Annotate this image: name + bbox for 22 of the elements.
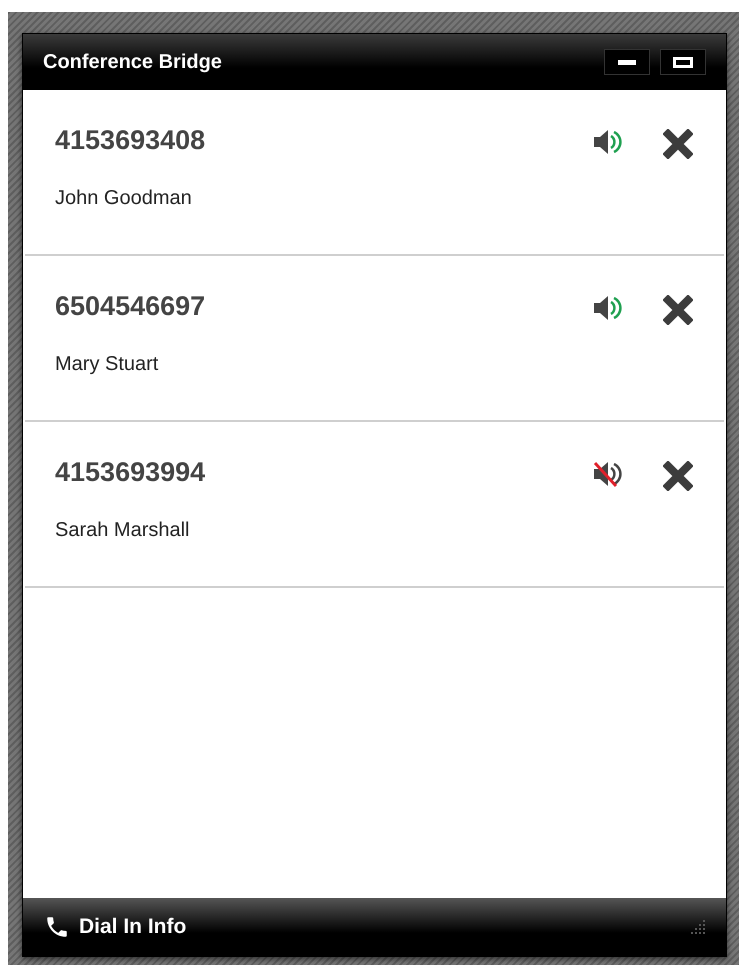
maximize-button[interactable] [660,49,706,75]
muted-speaker-icon[interactable] [592,460,624,488]
resize-grip-icon[interactable] [690,919,706,935]
participant-name: John Goodman [55,186,193,210]
remove-button[interactable] [662,128,694,160]
phone-number: 4153693994 [55,456,206,489]
close-icon [663,295,693,325]
close-icon [663,461,693,491]
maximize-icon [673,56,693,68]
minimize-icon [618,60,636,64]
dial-in-info-button[interactable]: Dial In Info [43,911,186,943]
window-title: Conference Bridge [43,50,222,75]
phone-number: 6504546697 [55,290,206,323]
remove-button[interactable] [662,294,694,326]
participant-name: Sarah Marshall [55,518,191,542]
speaker-icon[interactable] [592,128,624,156]
minimize-button[interactable] [604,49,650,75]
close-icon [663,129,693,159]
phone-number: 4153693408 [55,124,206,157]
participant-name: Mary Stuart [55,352,160,376]
remove-button[interactable] [662,460,694,492]
speaker-icon[interactable] [592,294,624,322]
